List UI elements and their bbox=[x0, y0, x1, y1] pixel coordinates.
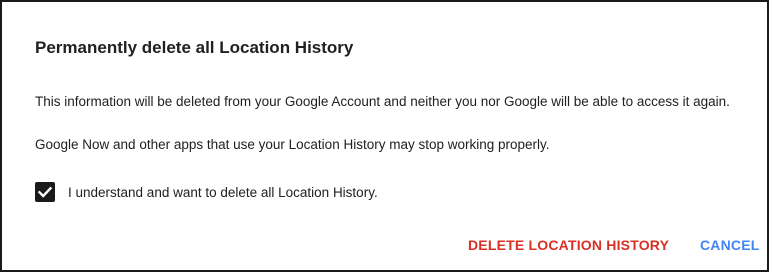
delete-location-history-dialog: Permanently delete all Location History … bbox=[0, 0, 769, 272]
cancel-button[interactable]: CANCEL bbox=[700, 237, 760, 254]
dialog-title: Permanently delete all Location History bbox=[35, 38, 354, 57]
info-text: This information will be deleted from yo… bbox=[35, 94, 730, 109]
confirm-checkbox[interactable] bbox=[35, 182, 55, 202]
confirm-checkbox-label[interactable]: I understand and want to delete all Loca… bbox=[68, 185, 378, 200]
check-icon bbox=[37, 186, 53, 198]
confirm-checkbox-row[interactable]: I understand and want to delete all Loca… bbox=[35, 180, 378, 204]
warning-text: Google Now and other apps that use your … bbox=[35, 137, 550, 152]
delete-location-history-button[interactable]: DELETE LOCATION HISTORY bbox=[468, 237, 669, 254]
